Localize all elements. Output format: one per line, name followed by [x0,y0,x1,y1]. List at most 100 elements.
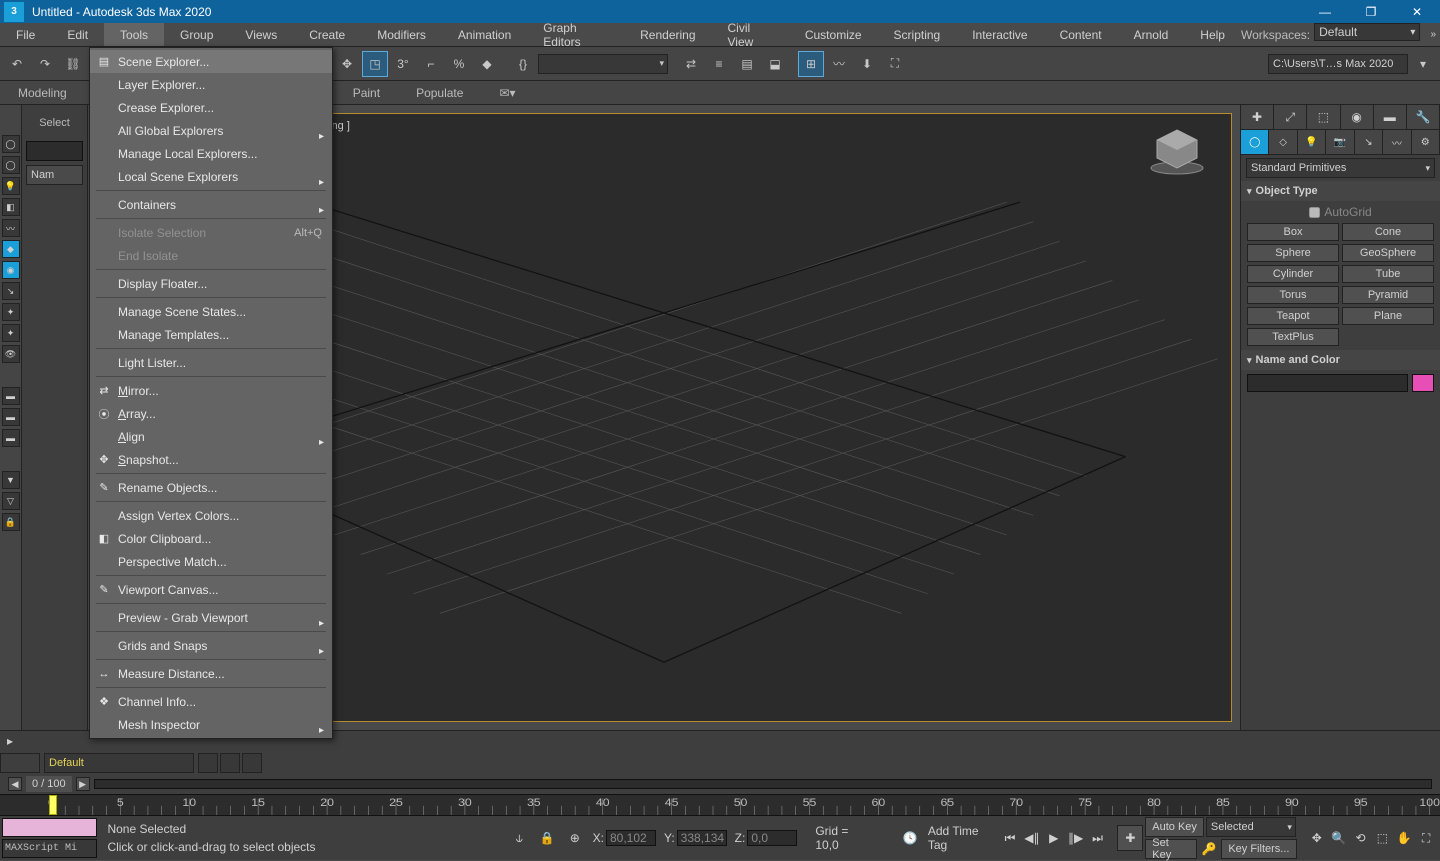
nav-pan-button[interactable]: ✥ [1307,828,1327,848]
menu-tools[interactable]: Tools [104,23,164,46]
scene-explorer-filter[interactable] [26,141,83,161]
menu-animation[interactable]: Animation [442,23,527,46]
strip-btn-9[interactable]: ✦ [2,303,20,321]
menu-file[interactable]: File [0,23,51,46]
menu-graph-editors[interactable]: Graph Editors [527,23,624,46]
rollout-object-type-header[interactable]: Object Type [1241,181,1440,201]
strip-btn-13[interactable]: ▬ [2,408,20,426]
menu-item-layer-explorer[interactable]: Layer Explorer... [90,73,332,96]
key-filters-button[interactable]: Key Filters... [1221,839,1297,859]
primitive-cone[interactable]: Cone [1342,223,1434,241]
minimize-button[interactable]: — [1302,0,1348,23]
workspaces-select[interactable]: Default [1314,23,1420,41]
strip-btn-3[interactable]: 💡 [2,177,20,195]
primitive-geosphere[interactable]: GeoSphere [1342,244,1434,262]
named-sel-button[interactable]: {} [510,51,536,77]
schematic-button[interactable]: ⊞ [798,51,824,77]
menu-item-rename-objects[interactable]: ✎Rename Objects... [90,476,332,499]
primitive-teapot[interactable]: Teapot [1247,307,1339,325]
layer-btn-2[interactable] [220,753,240,773]
menu-item-align[interactable]: Align [90,425,332,448]
menu-item-local-scene-explorers[interactable]: Local Scene Explorers [90,165,332,188]
menu-item-perspective-match[interactable]: Perspective Match... [90,550,332,573]
menu-item-preview-grab-viewport[interactable]: Preview - Grab Viewport [90,606,332,629]
layers-button[interactable]: ▤ [734,51,760,77]
menu-content[interactable]: Content [1044,23,1118,46]
maximize-button[interactable]: ❐ [1348,0,1394,23]
menu-item-crease-explorer[interactable]: Crease Explorer... [90,96,332,119]
render-setup-button[interactable]: ⬇ [854,51,880,77]
named-sel-dropdown[interactable] [538,54,668,74]
strip-btn-11[interactable]: 👁 [2,345,20,363]
project-path[interactable]: C:\Users\T…s Max 2020 [1268,54,1408,74]
prev-frame-button[interactable]: ◀∥ [1022,828,1042,848]
ribbon-extra[interactable]: ✉▾ [481,81,533,104]
menu-item-manage-local-explorers[interactable]: Manage Local Explorers... [90,142,332,165]
time-slider[interactable] [94,779,1432,789]
key-icon[interactable]: 🔑 [1199,839,1219,859]
nav-maximize-button[interactable]: ⛶ [1416,828,1436,848]
menu-create[interactable]: Create [293,23,361,46]
goto-end-button[interactable]: ⏭ [1088,828,1108,848]
ribbon-tab-modeling[interactable]: Modeling [0,81,85,104]
z-field[interactable]: 0,0 [747,830,797,846]
menu-item-mirror[interactable]: ⇄Mirror... [90,379,332,402]
add-time-tag[interactable]: Add Time Tag [928,824,1000,852]
menu-item-light-lister[interactable]: Light Lister... [90,351,332,374]
strip-btn-2[interactable]: ◯ [2,156,20,174]
tab-modify[interactable]: ⤢ [1274,105,1307,129]
material-editor-button[interactable]: 〰 [826,51,852,77]
menu-scripting[interactable]: Scripting [878,23,957,46]
subtab-geometry[interactable]: ◯ [1241,130,1269,154]
nav-region-button[interactable]: ⬚ [1372,828,1392,848]
category-dropdown[interactable]: Standard Primitives [1246,158,1435,178]
angle-snap-button[interactable]: 3° [390,51,416,77]
mirror-button[interactable]: ⇄ [678,51,704,77]
layer-btn-3[interactable] [242,753,262,773]
layer-dropdown[interactable]: Default [44,753,194,773]
object-name-field[interactable] [1247,374,1408,392]
strip-btn-5[interactable]: 〰 [2,219,20,237]
auto-key-button[interactable]: Auto Key [1145,817,1204,837]
align-button[interactable]: ≡ [706,51,732,77]
y-field[interactable]: 338,134 [677,830,727,846]
render-button[interactable]: ⛶ [882,51,908,77]
menu-modifiers[interactable]: Modifiers [361,23,442,46]
menu-item-color-clipboard[interactable]: ◧Color Clipboard... [90,527,332,550]
layer-btn-1[interactable] [198,753,218,773]
scene-explorer-column[interactable]: Nam [26,165,83,185]
menu-civil-view[interactable]: Civil View [712,23,789,46]
time-ruler[interactable]: 0510152025303540455055606570758085909510… [0,794,1440,816]
subtab-spacewarps[interactable]: 〰 [1383,130,1411,154]
close-button[interactable]: ✕ [1394,0,1440,23]
tab-create[interactable]: ✚ [1241,105,1274,129]
primitive-torus[interactable]: Torus [1247,286,1339,304]
menu-item-display-floater[interactable]: Display Floater... [90,272,332,295]
strip-btn-7[interactable]: ◉ [2,261,20,279]
x-field[interactable]: 80,102 [606,830,656,846]
primitive-sphere[interactable]: Sphere [1247,244,1339,262]
subtab-cameras[interactable]: 📷 [1326,130,1354,154]
undo-button[interactable]: ↶ [4,51,30,77]
menu-item-all-global-explorers[interactable]: All Global Explorers [90,119,332,142]
menu-item-manage-scene-states[interactable]: Manage Scene States... [90,300,332,323]
play-button[interactable]: ▶ [1044,828,1064,848]
percent-snap-button[interactable]: ⌐ [418,51,444,77]
abs-rel-icon[interactable]: ⊕ [565,828,585,848]
menu-item-measure-distance[interactable]: ↔Measure Distance... [90,662,332,685]
lock-selection-icon[interactable]: 🔒 [537,828,557,848]
time-marker[interactable] [49,795,57,815]
menu-edit[interactable]: Edit [51,23,104,46]
menu-help[interactable]: Help [1184,23,1241,46]
slider-right[interactable]: ▶ [76,777,90,791]
status-color-swatch[interactable] [2,818,97,837]
tab-motion[interactable]: ◉ [1341,105,1374,129]
menu-customize[interactable]: Customize [789,23,878,46]
percent-button[interactable]: % [446,51,472,77]
menu-item-viewport-canvas[interactable]: ✎Viewport Canvas... [90,578,332,601]
set-key-button[interactable]: Set Key [1145,839,1197,859]
link-button[interactable]: ⛓ [60,51,86,77]
time-tag-icon[interactable]: 🕓 [900,828,920,848]
nav-orbit-button[interactable]: ⟲ [1351,828,1371,848]
workspaces-arrow[interactable]: » [1426,23,1440,46]
